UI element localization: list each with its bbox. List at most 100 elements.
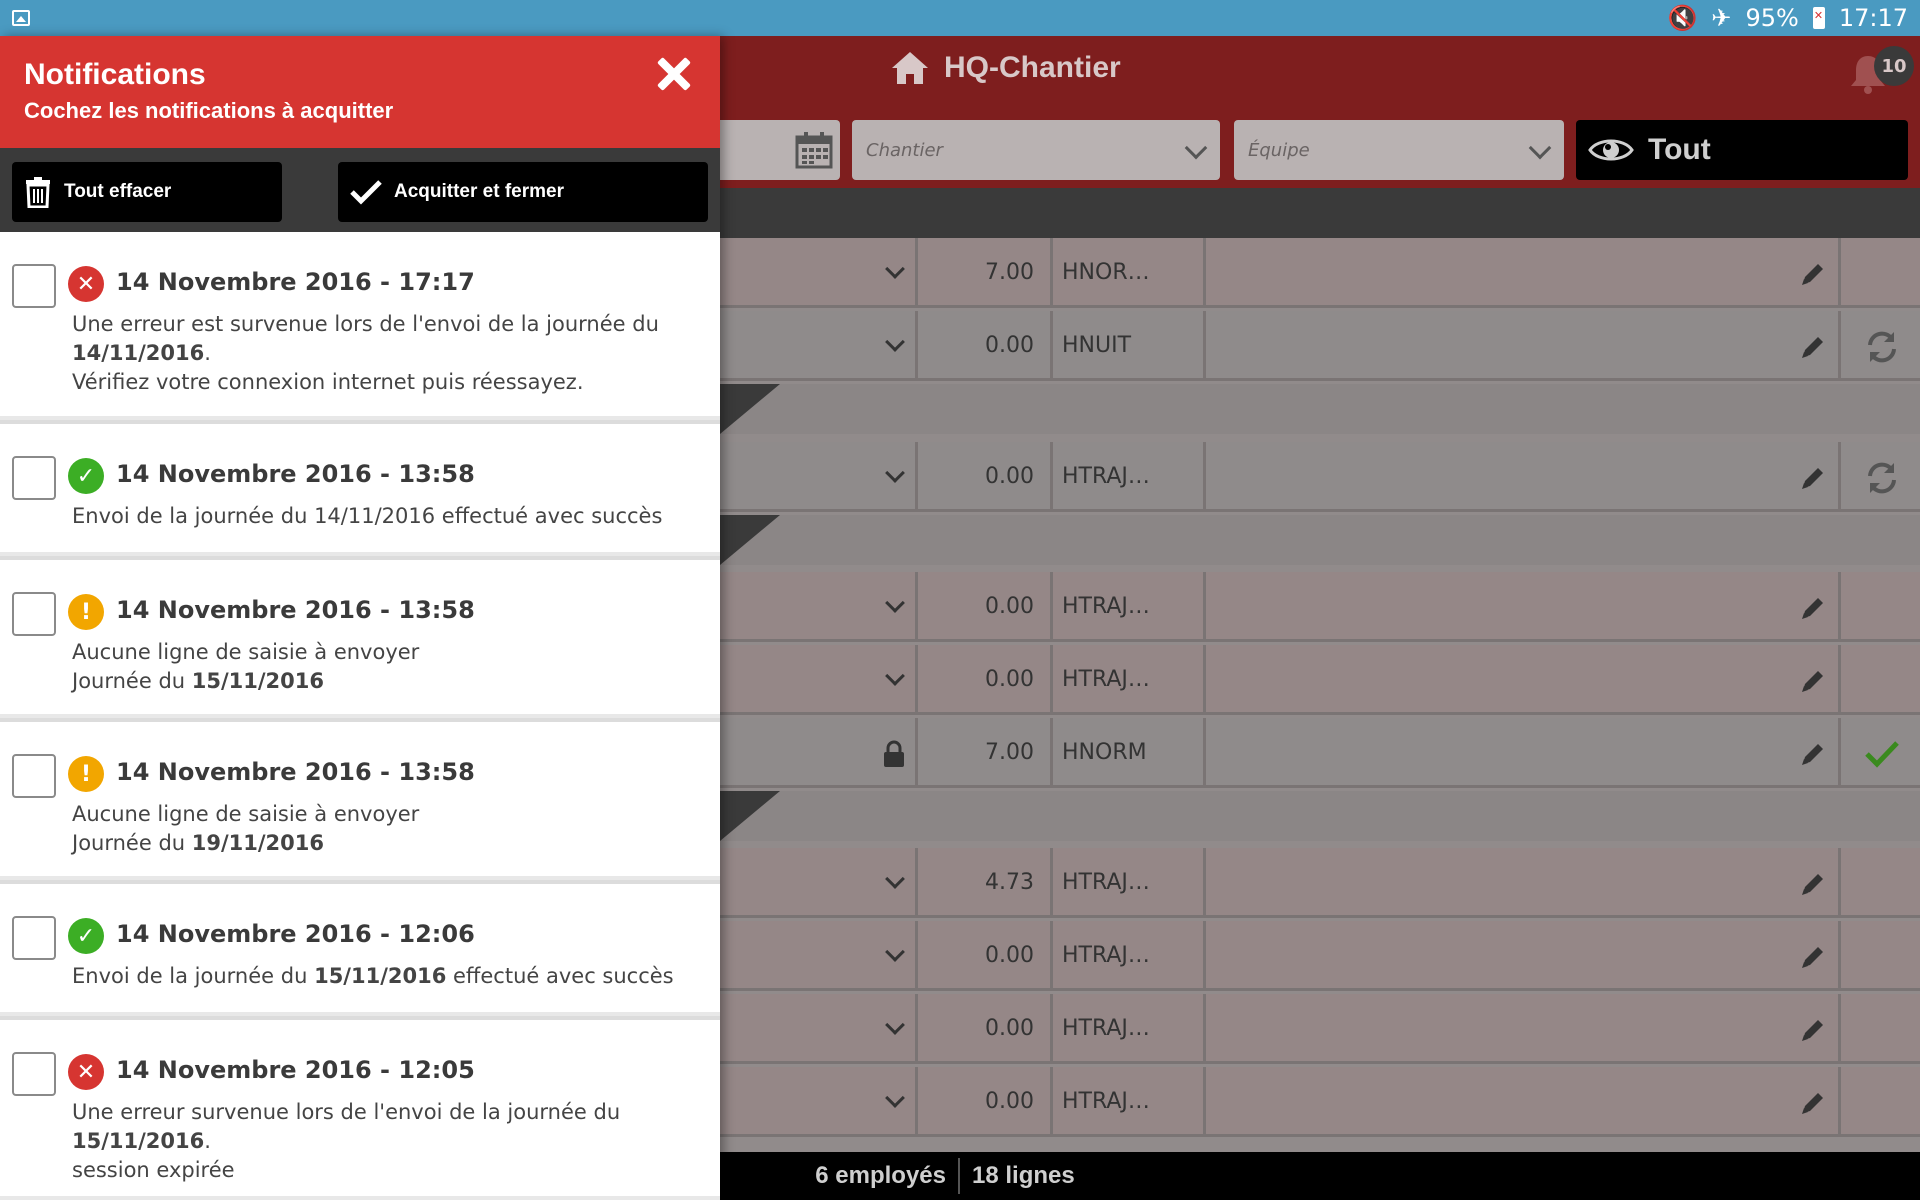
view-all-button[interactable]: Tout <box>1576 120 1908 180</box>
row-hours[interactable]: 0.00 <box>921 645 1053 715</box>
notification-item[interactable]: ✕ 14 Novembre 2016 - 12:05 Une erreur su… <box>0 1020 720 1200</box>
notification-line: 15/11/2016. <box>72 1129 211 1153</box>
notification-line: 14/11/2016. <box>72 341 211 365</box>
row-hours[interactable]: 0.00 <box>921 311 1053 381</box>
clear-all-label: Tout effacer <box>64 181 172 202</box>
notification-line: Une erreur survenue lors de l'envoi de l… <box>72 1100 621 1124</box>
chevron-down-icon <box>885 259 905 279</box>
row-code-select[interactable]: HNORM <box>1056 718 1206 788</box>
row-comment-cell[interactable] <box>1209 645 1841 715</box>
employee-count: 6 employés <box>815 1162 946 1189</box>
notification-title: 14 Novembre 2016 - 12:06 <box>116 920 475 948</box>
row-code: HNUIT <box>1062 333 1132 358</box>
chantier-select[interactable]: Chantier <box>852 120 1220 180</box>
equipe-select[interactable]: Équipe <box>1234 120 1564 180</box>
notification-badge[interactable]: 10 <box>1874 46 1914 86</box>
mute-icon: 🔇 <box>1667 4 1698 32</box>
row-hours[interactable]: 0.00 <box>921 1067 1053 1137</box>
row-code-select[interactable]: HTRAJ… <box>1056 645 1206 715</box>
app-root: 🔇 ✈ 95% 17:17 HQ-Chantier 10 <box>0 0 1920 1200</box>
notification-item[interactable]: ! 14 Novembre 2016 - 13:58 Aucune ligne … <box>0 722 720 880</box>
row-comment-cell[interactable] <box>1209 1067 1841 1137</box>
notification-title: 14 Novembre 2016 - 12:05 <box>116 1056 475 1084</box>
row-hours[interactable]: 0.00 <box>921 442 1053 512</box>
chevron-down-icon <box>885 942 905 962</box>
pencil-icon[interactable] <box>1799 333 1827 361</box>
row-comment-cell[interactable] <box>1209 572 1841 642</box>
notification-checkbox[interactable] <box>12 264 56 308</box>
notification-checkbox[interactable] <box>12 754 56 798</box>
notification-checkbox[interactable] <box>12 1052 56 1096</box>
image-notification-icon <box>12 10 30 26</box>
warning-icon: ! <box>68 756 104 792</box>
row-code-select[interactable]: HTRAJ… <box>1056 442 1206 512</box>
lock-icon <box>884 740 904 767</box>
notification-item[interactable]: ! 14 Novembre 2016 - 13:58 Aucune ligne … <box>0 560 720 718</box>
row-sync-cell <box>1844 848 1920 918</box>
row-code-select[interactable]: HTRAJ… <box>1056 921 1206 991</box>
notification-body: Une erreur est survenue lors de l'envoi … <box>72 310 712 397</box>
row-sync-cell[interactable] <box>1844 442 1920 512</box>
refresh-icon[interactable] <box>1864 329 1900 365</box>
acknowledge-close-label: Acquitter et fermer <box>394 181 564 202</box>
notification-title: 14 Novembre 2016 - 13:58 <box>116 596 475 624</box>
pencil-icon[interactable] <box>1799 870 1827 898</box>
row-comment-cell[interactable] <box>1209 311 1841 381</box>
row-sync-cell[interactable] <box>1844 311 1920 381</box>
notification-body: Envoi de la journée du 14/11/2016 effect… <box>72 502 712 531</box>
notification-item[interactable]: ✕ 14 Novembre 2016 - 17:17 Une erreur es… <box>0 232 720 420</box>
pencil-icon[interactable] <box>1799 1089 1827 1117</box>
notification-item[interactable]: ✓ 14 Novembre 2016 - 12:06 Envoi de la j… <box>0 884 720 1016</box>
row-hours[interactable]: 4.73 <box>921 848 1053 918</box>
row-code: HNORM <box>1062 740 1147 765</box>
pencil-icon[interactable] <box>1799 740 1827 768</box>
row-code: HTRAJ… <box>1062 1089 1150 1114</box>
status-bar-right: 🔇 ✈ 95% 17:17 <box>1667 0 1908 36</box>
row-hours[interactable]: 7.00 <box>921 238 1053 308</box>
clear-all-button[interactable]: Tout effacer <box>12 162 282 222</box>
refresh-icon[interactable] <box>1864 460 1900 496</box>
footer-divider <box>958 1158 960 1194</box>
row-comment-cell[interactable] <box>1209 718 1841 788</box>
row-code-select[interactable]: HNOR… <box>1056 238 1206 308</box>
row-comment-cell[interactable] <box>1209 921 1841 991</box>
pencil-icon[interactable] <box>1799 464 1827 492</box>
notification-item[interactable]: ✓ 14 Novembre 2016 - 13:58 Envoi de la j… <box>0 424 720 556</box>
notification-line: Aucune ligne de saisie à envoyer <box>72 640 420 664</box>
row-code-select[interactable]: HNUIT <box>1056 311 1206 381</box>
row-comment-cell[interactable] <box>1209 238 1841 308</box>
chevron-down-icon <box>885 869 905 889</box>
notification-checkbox[interactable] <box>12 916 56 960</box>
pencil-icon[interactable] <box>1799 667 1827 695</box>
row-sync-cell <box>1844 572 1920 642</box>
chantier-placeholder: Chantier <box>866 139 943 161</box>
pencil-icon[interactable] <box>1799 943 1827 971</box>
row-hours[interactable]: 7.00 <box>921 718 1053 788</box>
row-hours[interactable]: 0.00 <box>921 921 1053 991</box>
row-sync-cell <box>1844 1067 1920 1137</box>
pencil-icon[interactable] <box>1799 594 1827 622</box>
notification-checkbox[interactable] <box>12 592 56 636</box>
pencil-icon[interactable] <box>1799 1016 1827 1044</box>
row-code-select[interactable]: HTRAJ… <box>1056 1067 1206 1137</box>
close-icon[interactable] <box>648 50 698 100</box>
acknowledge-close-button[interactable]: Acquitter et fermer <box>338 162 708 222</box>
row-code-select[interactable]: HTRAJ… <box>1056 848 1206 918</box>
chevron-down-icon <box>1184 136 1208 160</box>
notification-body: Aucune ligne de saisie à envoyer Journée … <box>72 800 712 858</box>
notification-body: Une erreur survenue lors de l'envoi de l… <box>72 1098 712 1185</box>
checkmark-icon <box>1865 741 1899 768</box>
row-hours[interactable]: 0.00 <box>921 994 1053 1064</box>
row-comment-cell[interactable] <box>1209 994 1841 1064</box>
row-comment-cell[interactable] <box>1209 848 1841 918</box>
row-comment-cell[interactable] <box>1209 442 1841 512</box>
row-sync-cell <box>1844 994 1920 1064</box>
row-code-select[interactable]: HTRAJ… <box>1056 572 1206 642</box>
line-count: 18 lignes <box>972 1162 1075 1189</box>
row-code-select[interactable]: HTRAJ… <box>1056 994 1206 1064</box>
error-icon: ✕ <box>68 266 104 302</box>
pencil-icon[interactable] <box>1799 260 1827 288</box>
row-hours[interactable]: 0.00 <box>921 572 1053 642</box>
notification-checkbox[interactable] <box>12 456 56 500</box>
chevron-down-icon <box>885 666 905 686</box>
